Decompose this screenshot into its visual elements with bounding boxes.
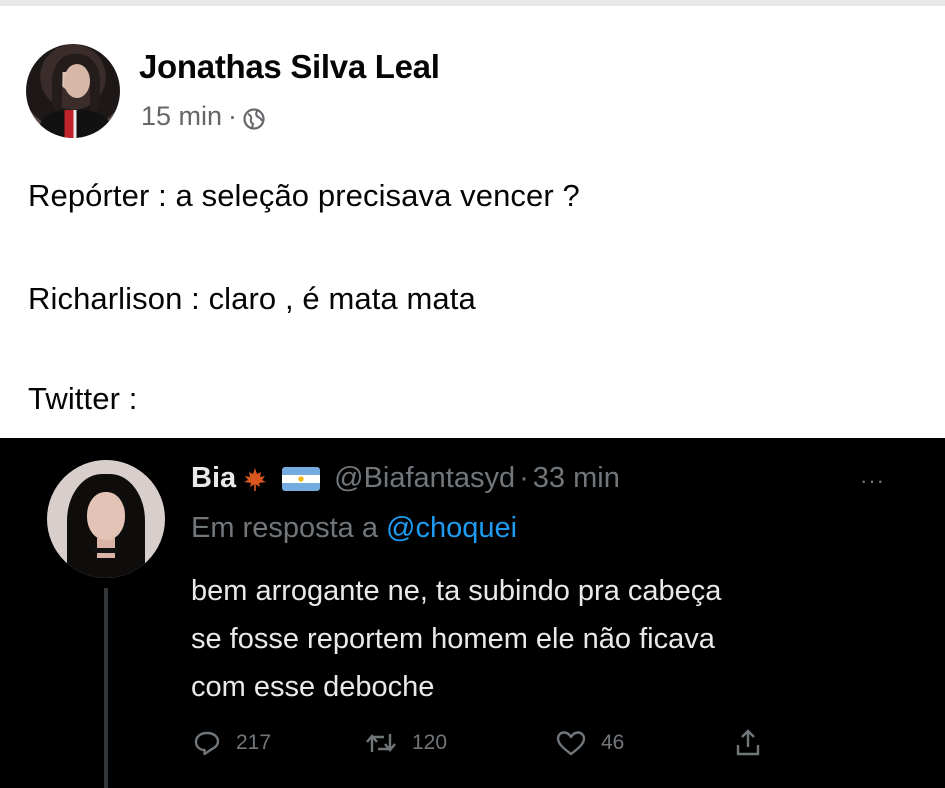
tweet-header: Bia @Biafantasyd · 33 min xyxy=(191,462,620,495)
like-count: 46 xyxy=(601,731,625,754)
tweet-author-name[interactable]: Bia xyxy=(191,462,236,495)
retweet-count: 120 xyxy=(412,731,448,754)
thread-line xyxy=(104,588,108,788)
tweet-text-line: se fosse reportem homem ele não ficava xyxy=(191,623,715,655)
post-text-line: Richarlison : claro , é mata mata xyxy=(28,281,476,316)
share-button[interactable] xyxy=(734,728,762,758)
facebook-post: Jonathas Silva Leal 15 min · Repórter : … xyxy=(0,6,945,438)
more-options-icon[interactable]: ··· xyxy=(860,468,885,494)
reply-count: 217 xyxy=(236,731,272,754)
tweet-text-line: com esse deboche xyxy=(191,671,435,703)
author-avatar[interactable] xyxy=(26,44,120,138)
post-text-line: Twitter : xyxy=(28,381,138,416)
reply-handle-link[interactable]: @choquei xyxy=(386,512,517,544)
post-meta: 15 min · xyxy=(141,101,265,132)
header-separator: · xyxy=(519,462,529,494)
reply-context: Em resposta a @choquei xyxy=(191,512,517,545)
share-icon xyxy=(734,728,762,758)
tweet-text-line: bem arrogante ne, ta subindo pra cabeça xyxy=(191,575,722,607)
tweet-actions: 217 120 46 xyxy=(192,728,792,760)
retweet-button[interactable]: 120 xyxy=(364,728,447,758)
reply-prefix: Em resposta a xyxy=(191,512,378,544)
reply-button[interactable]: 217 xyxy=(192,728,271,758)
tweet-author-avatar[interactable] xyxy=(47,460,165,578)
embedded-tweet-screenshot: Bia @Biafantasyd · 33 min ··· Em respost… xyxy=(0,438,945,788)
tweet-author-handle[interactable]: @Biafantasyd xyxy=(334,462,515,495)
post-time[interactable]: 15 min xyxy=(141,101,222,132)
author-name[interactable]: Jonathas Silva Leal xyxy=(139,48,440,86)
maple-leaf-icon xyxy=(242,466,268,492)
like-button[interactable]: 46 xyxy=(555,728,624,758)
reply-bubble-icon xyxy=(192,728,222,758)
globe-icon[interactable] xyxy=(243,106,265,130)
post-text-line: Repórter : a seleção precisava vencer ? xyxy=(28,178,580,213)
heart-icon xyxy=(555,728,587,758)
tweet-time[interactable]: 33 min xyxy=(533,462,620,495)
argentina-flag-icon xyxy=(282,466,321,491)
retweet-icon xyxy=(364,728,398,758)
tweet-text: bem arrogante ne, ta subindo pra cabeça … xyxy=(191,567,911,711)
meta-separator: · xyxy=(228,101,238,131)
